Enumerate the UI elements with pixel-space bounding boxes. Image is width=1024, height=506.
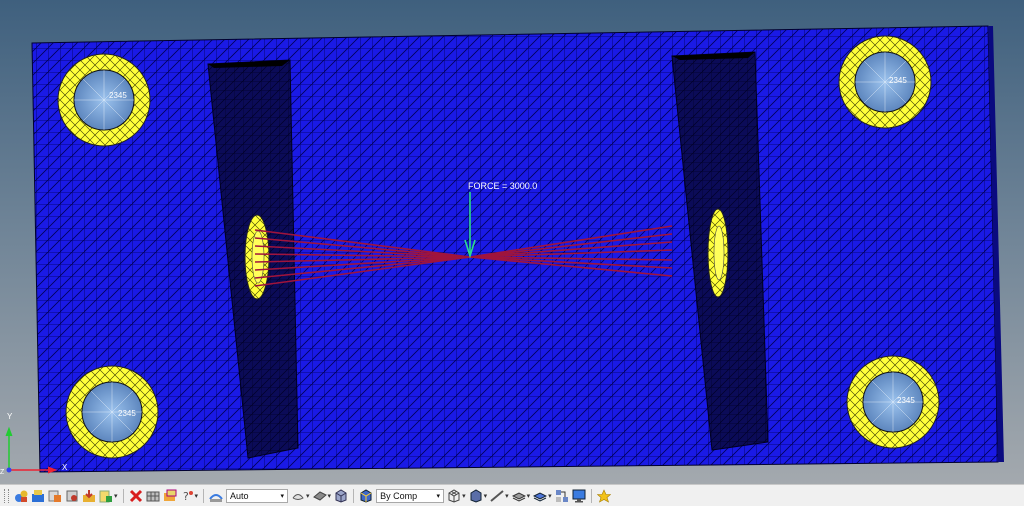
box-icon[interactable] [334,488,348,503]
node-label: 2345 [118,409,136,418]
chevron-down-icon[interactable]: ▾ [527,492,531,500]
edge-icon[interactable] [291,489,305,503]
network-icon[interactable] [555,489,569,503]
wire-icon[interactable] [209,489,223,503]
visualization-mode-value: Auto [230,490,249,501]
svg-text:?: ? [183,490,189,503]
assembly-icon[interactable] [48,489,62,503]
load-collector-icon[interactable] [65,489,79,503]
layers-icon[interactable] [511,489,526,503]
view-layers-icon[interactable] [533,489,548,503]
chevron-down-icon[interactable]: ▾ [462,492,466,500]
graphics-viewport[interactable]: FORCE = 3000.0 2345 2345 2345 2345 Y X Z [0,0,1024,484]
chevron-down-icon[interactable]: ▾ [114,492,118,500]
chevron-down-icon[interactable]: ▾ [306,492,310,500]
chevron-down-icon[interactable]: ▾ [328,492,332,500]
force-label: FORCE = 3000.0 [468,181,537,191]
toolbar-divider [353,488,355,503]
import-icon[interactable] [82,489,96,503]
shaded-icon[interactable] [359,488,373,503]
toolbar-divider [122,488,124,503]
component-icon[interactable] [31,489,45,503]
toolbar-grip[interactable] [4,488,9,503]
color-mode-value: By Comp [380,490,418,501]
question-icon[interactable]: ? [180,489,194,503]
solid-icon[interactable] [312,489,327,503]
bolt-washer-bottom-right[interactable]: 2345 [846,355,940,449]
node-label: 2345 [897,396,915,405]
node-label: 2345 [109,91,127,100]
monitor-icon[interactable] [572,489,586,503]
bolt-washer-top-right[interactable]: 2345 [838,35,932,129]
node-label: 2345 [889,76,907,85]
color-mode-dropdown[interactable]: By Comp ▾ [376,488,445,503]
chevron-down-icon: ▾ [280,492,285,500]
chevron-down-icon: ▾ [436,492,441,500]
export-icon[interactable] [99,489,113,503]
chevron-down-icon[interactable]: ▾ [505,492,509,500]
visualization-mode-dropdown[interactable]: Auto ▾ [226,488,289,503]
bolt-washer-top-left[interactable]: 2345 [57,53,151,147]
bolt-washer-bottom-left[interactable]: 2345 [65,365,159,459]
axis-y-label: Y [7,412,13,421]
toolbar-divider [590,488,592,503]
axis-x-label: X [62,463,68,472]
delete-icon[interactable] [129,489,143,503]
right-rib-washer[interactable] [707,208,729,298]
chevron-down-icon[interactable]: ▾ [548,492,552,500]
element-icon[interactable] [469,488,483,503]
organize-icon[interactable] [163,489,177,503]
axis-z-label: Z [0,469,5,476]
surface-icon[interactable] [447,488,461,503]
star-icon[interactable] [596,488,611,503]
visualization-toolbar: ▾ ? ▾ Auto ▾ ▾ ▾ By Comp ▾ ▾ ▾ ▾ ▾ ▾ [0,484,1024,506]
chevron-down-icon[interactable]: ▾ [484,492,488,500]
model-icon[interactable] [14,489,28,503]
mesh-icon[interactable] [146,489,160,503]
toolbar-divider [203,488,205,503]
line-icon[interactable] [490,489,504,503]
chevron-down-icon[interactable]: ▾ [195,492,199,500]
